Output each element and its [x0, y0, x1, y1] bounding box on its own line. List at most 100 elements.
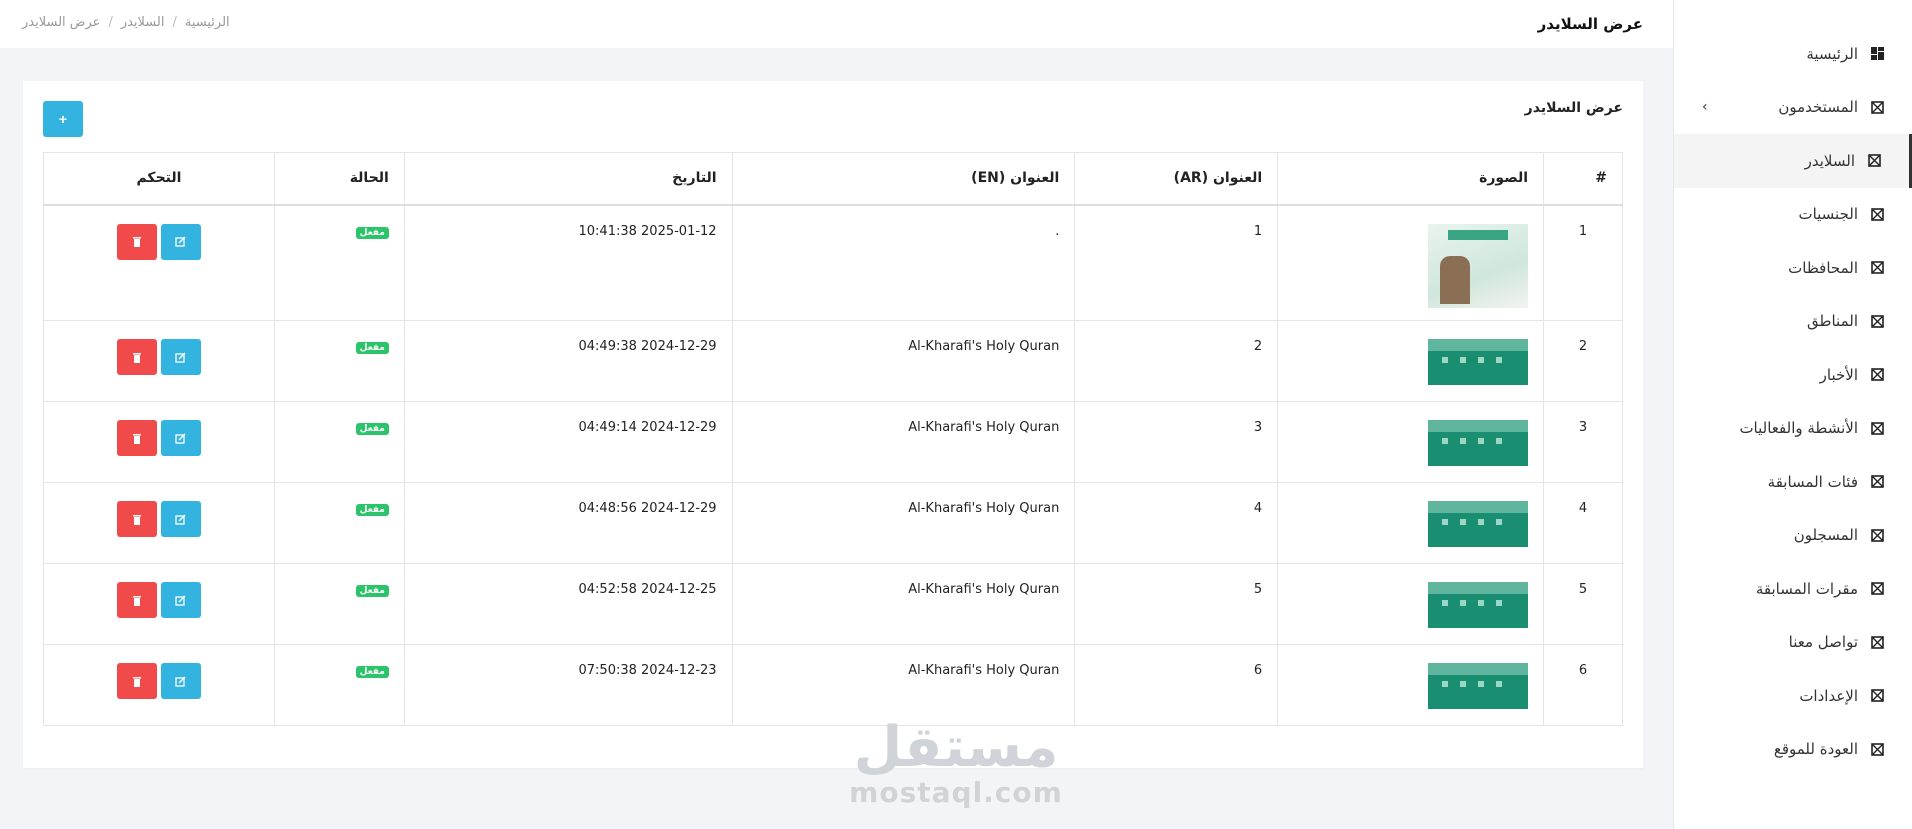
grid-icon — [1870, 368, 1884, 382]
slider-thumbnail[interactable] — [1428, 339, 1529, 385]
cell-title-ar: 6 — [1074, 644, 1279, 726]
edit-icon — [175, 351, 186, 363]
edit-button[interactable] — [160, 582, 201, 618]
status-badge: مفعل — [355, 423, 389, 435]
cell-image — [1277, 644, 1545, 726]
edit-icon — [175, 675, 186, 687]
grid-icon — [1870, 475, 1884, 489]
edit-icon — [175, 594, 186, 606]
grid-icon — [1870, 261, 1884, 275]
cell-status: مفعل — [273, 401, 405, 483]
cell-control — [43, 204, 275, 321]
trash-icon — [132, 676, 141, 687]
grid-icon — [1870, 421, 1884, 435]
cell-num: 6 — [1543, 644, 1623, 726]
sidebar-item-users[interactable]: المستخدمون › — [1674, 81, 1912, 135]
breadcrumb-current: عرض السلايدر — [22, 15, 101, 30]
sidebar-item-governorates[interactable]: المحافظات — [1674, 241, 1912, 295]
cell-date: 2024-12-23 07:50:38 — [403, 644, 733, 726]
delete-button[interactable] — [116, 223, 157, 260]
cell-date: 2024-12-29 04:49:38 — [403, 320, 733, 402]
slider-thumbnail[interactable] — [1428, 420, 1529, 466]
edit-button[interactable] — [160, 339, 201, 375]
edit-button[interactable] — [160, 501, 201, 537]
sidebar-item-areas[interactable]: المناطق — [1674, 295, 1912, 349]
cell-status: مفعل — [273, 644, 405, 726]
delete-button[interactable] — [116, 339, 157, 375]
grid-icon — [1870, 528, 1884, 542]
cell-status: مفعل — [273, 204, 405, 321]
sidebar-item-activities[interactable]: الأنشطة والفعاليات — [1674, 402, 1912, 456]
sidebar-item-label: تواصل معنا — [1788, 633, 1858, 652]
edit-button[interactable] — [160, 663, 201, 699]
grid-icon — [1870, 207, 1884, 221]
trash-icon — [132, 352, 141, 363]
cell-title-ar: 5 — [1074, 563, 1279, 645]
cell-date: 2024-12-25 04:52:58 — [403, 563, 733, 645]
grid-icon — [1870, 742, 1884, 756]
cell-num: 1 — [1543, 204, 1623, 321]
breadcrumb-slider[interactable]: السلايدر — [121, 15, 165, 30]
delete-button[interactable] — [116, 582, 157, 618]
delete-button[interactable] — [116, 663, 157, 699]
sidebar-item-label: المناطق — [1807, 312, 1858, 331]
sidebar-item-news[interactable]: الأخبار — [1674, 348, 1912, 402]
delete-button[interactable] — [116, 420, 157, 456]
cell-title-en: . — [731, 204, 1076, 321]
sidebar-item-label: فئات المسابقة — [1767, 472, 1858, 491]
sidebar-item-venues[interactable]: مقرات المسابقة — [1674, 562, 1912, 616]
dashboard-icon — [1870, 47, 1884, 61]
cell-status: مفعل — [273, 482, 405, 564]
table-row: 2 2 Al-Kharafi's Holy Quran 2024-12-29 0… — [43, 320, 1623, 402]
table-header-row: # الصورة العنوان (AR) العنوان (EN) التار… — [43, 152, 1623, 206]
breadcrumb-home[interactable]: الرئيسية — [185, 15, 230, 30]
cell-title-en: Al-Kharafi's Holy Quran — [731, 482, 1076, 564]
chevron-left-icon[interactable]: › — [1702, 99, 1708, 115]
status-badge: مفعل — [355, 226, 389, 239]
top-bar: عرض السلايدر الرئيسية / السلايدر / عرض ا… — [0, 0, 1673, 48]
sidebar-item-label: العودة للموقع — [1773, 740, 1858, 759]
card-title: عرض السلايدر — [1524, 100, 1623, 116]
cell-control — [43, 320, 275, 402]
trash-icon — [132, 433, 141, 444]
watermark-arabic: مستقل — [853, 715, 1059, 780]
sidebar-item-registrants[interactable]: المسجلون — [1674, 509, 1912, 563]
delete-button[interactable] — [116, 501, 157, 537]
sidebar-item-label: الأخبار — [1819, 365, 1858, 384]
slider-thumbnail[interactable] — [1428, 501, 1529, 547]
sidebar-item-label: المحافظات — [1788, 258, 1858, 277]
sidebar-item-label: الرئيسية — [1806, 44, 1858, 63]
sidebar-item-label: السلايدر — [1804, 151, 1855, 170]
edit-button[interactable] — [160, 223, 201, 260]
page-title: عرض السلايدر — [1537, 15, 1643, 33]
sidebar-item-nationalities[interactable]: الجنسيات — [1674, 188, 1912, 242]
cell-control — [43, 401, 275, 483]
sidebar-item-slider[interactable]: السلايدر — [1674, 134, 1912, 188]
cell-date: 2024-12-29 04:49:14 — [403, 401, 733, 483]
sidebar-item-categories[interactable]: فئات المسابقة — [1674, 455, 1912, 509]
slider-table: # الصورة العنوان (AR) العنوان (EN) التار… — [43, 152, 1623, 726]
sidebar-item-label: الجنسيات — [1798, 205, 1858, 224]
grid-icon — [1870, 635, 1884, 649]
breadcrumb-separator: / — [172, 15, 177, 30]
grid-icon — [1870, 582, 1884, 596]
watermark-latin: mostaql.com — [849, 776, 1063, 809]
table-row: 1 1 . 2025-01-12 10:41:38 مفعل — [43, 204, 1623, 321]
table-row: 6 6 Al-Kharafi's Holy Quran 2024-12-23 0… — [43, 644, 1623, 726]
sidebar-item-back-to-site[interactable]: العودة للموقع — [1674, 723, 1912, 777]
edit-icon — [175, 432, 186, 444]
sidebar-item-settings[interactable]: الإعدادات — [1674, 669, 1912, 723]
add-slider-button[interactable]: + — [43, 101, 83, 137]
cell-date: 2024-12-29 04:48:56 — [403, 482, 733, 564]
slider-thumbnail[interactable] — [1428, 582, 1529, 628]
cell-title-ar: 1 — [1074, 204, 1279, 321]
sidebar-item-contact[interactable]: تواصل معنا — [1674, 616, 1912, 670]
cell-control — [43, 563, 275, 645]
cell-status: مفعل — [273, 563, 405, 645]
slider-thumbnail[interactable] — [1428, 223, 1529, 308]
sidebar-item-home[interactable]: الرئيسية — [1674, 27, 1912, 81]
edit-button[interactable] — [160, 420, 201, 456]
sidebar-item-label: المسجلون — [1793, 526, 1858, 545]
slider-thumbnail[interactable] — [1428, 663, 1529, 709]
grid-icon — [1870, 689, 1884, 703]
